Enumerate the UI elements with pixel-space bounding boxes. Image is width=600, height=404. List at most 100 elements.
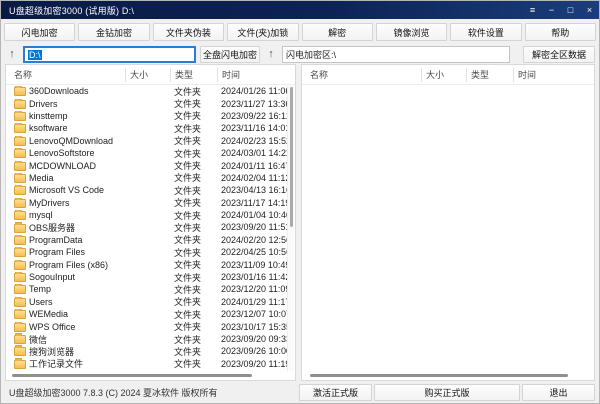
file-row[interactable]: Program Files (x86)文件夹2023/11/09 10:49: [10, 258, 295, 270]
folder-icon: [14, 124, 26, 133]
folder-icon: [14, 87, 26, 96]
file-time-cell: 2023/09/20 11:51: [217, 222, 295, 232]
file-row[interactable]: 搜狗浏览器文件夹2023/09/26 10:00: [10, 345, 295, 357]
file-name-label: 搜狗浏览器: [29, 345, 74, 358]
column-header-2[interactable]: 类型: [170, 68, 217, 82]
folder-icon: [14, 211, 26, 220]
left-vertical-scrollbar[interactable]: [287, 85, 294, 371]
column-header-3[interactable]: 时间: [513, 68, 594, 82]
toolbar-software-settings-button[interactable]: 软件设置: [450, 23, 521, 41]
file-row[interactable]: OBS服务器文件夹2023/09/20 11:51: [10, 221, 295, 233]
folder-icon: [14, 273, 26, 282]
left-horizontal-scrollbar[interactable]: [6, 372, 295, 380]
file-row[interactable]: LenovoQMDownload文件夹2024/02/23 15:52: [10, 135, 295, 147]
column-header-1[interactable]: 大小: [125, 68, 170, 82]
right-horizontal-scrollbar[interactable]: [302, 372, 594, 380]
file-time-cell: 2023/12/07 10:07: [217, 309, 295, 319]
file-name-cell: Microsoft VS Code: [10, 185, 125, 195]
full-disk-flash-encrypt-button[interactable]: 全盘闪电加密: [200, 46, 260, 63]
file-name-label: Program Files (x86): [29, 260, 108, 270]
file-type-cell: 文件夹: [170, 246, 217, 259]
file-time-cell: 2023/01/16 11:42: [217, 272, 295, 282]
file-row[interactable]: Media文件夹2024/02/04 11:12: [10, 172, 295, 184]
file-row[interactable]: 微信 文件夹2023/09/20 09:33: [10, 333, 295, 345]
address-row: ↑ D:\ 全盘闪电加密 ↑ 闪电加密区:\ 解密全区数据: [1, 45, 599, 64]
drive-path-input[interactable]: D:\: [23, 46, 196, 63]
file-time-cell: 2024/02/04 11:12: [217, 173, 295, 183]
toolbar-help-button[interactable]: 帮助: [525, 23, 596, 41]
file-name-cell: 工作记录文件: [10, 357, 125, 370]
file-type-cell: 文件夹: [170, 209, 217, 222]
file-type-cell: 文件夹: [170, 295, 217, 308]
file-row[interactable]: Temp文件夹2023/12/20 11:09: [10, 283, 295, 295]
folder-icon: [14, 199, 26, 208]
file-time-cell: 2024/01/26 11:06: [217, 86, 295, 96]
column-header-3[interactable]: 时间: [217, 68, 295, 82]
file-row[interactable]: ksoftware文件夹2023/11/16 14:01: [10, 122, 295, 134]
exit-button[interactable]: 退出: [522, 384, 595, 401]
column-header-2[interactable]: 类型: [466, 68, 513, 82]
column-header-1[interactable]: 大小: [421, 68, 466, 82]
toolbar-folder-disguise-button[interactable]: 文件夹伪装: [153, 23, 224, 41]
file-time-cell: 2024/01/04 10:40: [217, 210, 295, 220]
file-name-label: 工作记录文件: [29, 357, 83, 370]
buy-full-version-button[interactable]: 购买正式版: [374, 384, 520, 401]
file-row[interactable]: Drivers文件夹2023/11/27 13:36: [10, 97, 295, 109]
file-type-cell: 文件夹: [170, 109, 217, 122]
file-time-cell: 2023/09/20 09:33: [217, 334, 295, 344]
file-panels: 名称大小类型时间 360Downloads文件夹2024/01/26 11:06…: [1, 64, 599, 381]
encrypted-zone-path-input[interactable]: 闪电加密区:\: [282, 46, 510, 63]
file-name-cell: 微信: [10, 333, 125, 346]
up-folder-right-icon[interactable]: ↑: [264, 49, 278, 60]
file-type-cell: 文件夹: [170, 97, 217, 110]
file-name-label: LenovoQMDownload: [29, 136, 113, 146]
file-row[interactable]: SogouInput文件夹2023/01/16 11:42: [10, 271, 295, 283]
toolbar-decrypt-button[interactable]: 解密: [302, 23, 373, 41]
folder-icon: [14, 285, 26, 294]
file-row[interactable]: Program Files文件夹2022/04/25 10:56: [10, 246, 295, 258]
menu-button[interactable]: ≡: [523, 1, 542, 19]
minimize-button[interactable]: −: [542, 1, 561, 19]
toolbar-file-folder-lock-button[interactable]: 文件(夹)加锁: [227, 23, 298, 41]
folder-icon: [14, 162, 26, 171]
file-row[interactable]: 工作记录文件文件夹2023/09/20 11:19: [10, 358, 295, 370]
file-row[interactable]: mysql文件夹2024/01/04 10:40: [10, 209, 295, 221]
file-row[interactable]: MCDOWNLOAD文件夹2024/01/11 16:47: [10, 159, 295, 171]
file-type-cell: 文件夹: [170, 333, 217, 346]
maximize-button[interactable]: □: [561, 1, 580, 19]
toolbar-image-browse-button[interactable]: 镜像浏览: [376, 23, 447, 41]
file-row[interactable]: kinsttemp文件夹2023/09/22 16:12: [10, 110, 295, 122]
file-row[interactable]: MyDrivers文件夹2023/11/17 14:19: [10, 197, 295, 209]
toolbar-gold-encrypt-button[interactable]: 金钻加密: [78, 23, 149, 41]
file-row[interactable]: 360Downloads文件夹2024/01/26 11:06: [10, 85, 295, 97]
left-horizontal-scroll-thumb[interactable]: [12, 374, 252, 377]
up-folder-left-icon[interactable]: ↑: [5, 49, 19, 60]
toolbar-flash-encrypt-button[interactable]: 闪电加密: [4, 23, 75, 41]
file-type-cell: 文件夹: [170, 345, 217, 358]
copyright-text: U盘超级加密3000 7.8.3 (C) 2024 夏冰软件 版权所有: [5, 386, 218, 399]
file-name-cell: Program Files: [10, 247, 125, 257]
left-vertical-scroll-thumb[interactable]: [290, 87, 293, 227]
file-name-cell: ksoftware: [10, 123, 125, 133]
file-row[interactable]: ProgramData文件夹2024/02/20 12:56: [10, 234, 295, 246]
file-row[interactable]: WPS Office文件夹2023/10/17 15:35: [10, 320, 295, 332]
column-header-0[interactable]: 名称: [306, 68, 421, 82]
file-type-cell: 文件夹: [170, 122, 217, 135]
right-list-header: 名称大小类型时间: [302, 65, 594, 85]
folder-icon: [14, 174, 26, 183]
folder-icon: [14, 360, 26, 369]
file-row[interactable]: WEMedia文件夹2023/12/07 10:07: [10, 308, 295, 320]
file-row[interactable]: Microsoft VS Code文件夹2023/04/13 16:16: [10, 184, 295, 196]
file-time-cell: 2024/03/01 14:22: [217, 148, 295, 158]
file-row[interactable]: Users文件夹2024/01/29 11:17: [10, 296, 295, 308]
file-row[interactable]: LenovoSoftstore文件夹2024/03/01 14:22: [10, 147, 295, 159]
activate-full-version-button[interactable]: 激活正式版: [299, 384, 372, 401]
column-header-0[interactable]: 名称: [10, 68, 125, 82]
close-button[interactable]: ×: [580, 1, 599, 19]
folder-icon: [14, 149, 26, 158]
right-file-list: [302, 85, 594, 372]
decrypt-all-zone-button[interactable]: 解密全区数据: [523, 46, 595, 63]
folder-icon: [14, 112, 26, 121]
right-horizontal-scroll-thumb[interactable]: [310, 374, 568, 377]
file-name-label: WEMedia: [29, 309, 68, 319]
